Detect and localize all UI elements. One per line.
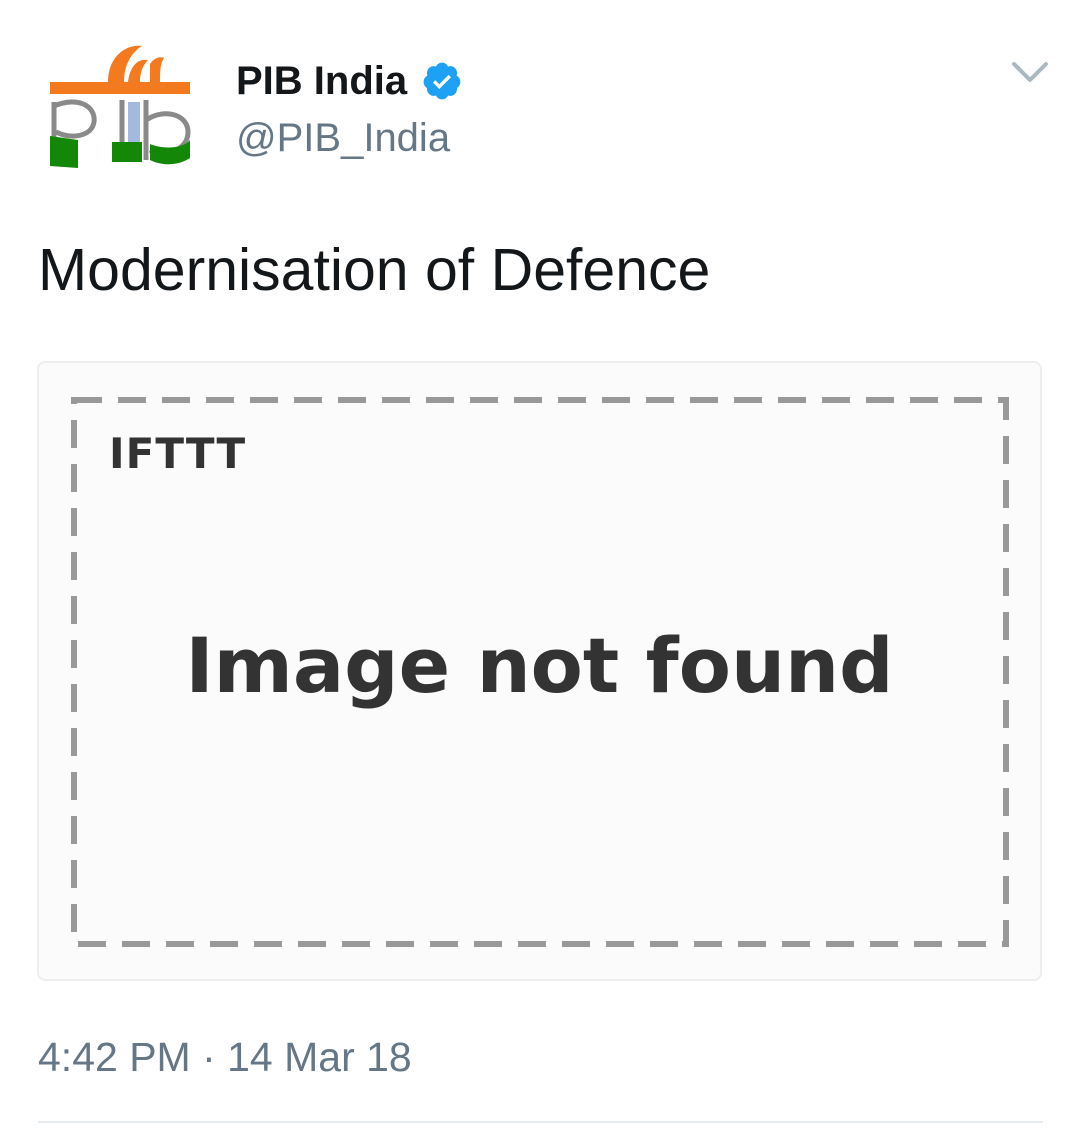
tweet-header: PIB India @PIB_India: [0, 0, 1078, 200]
tweet-text: Modernisation of Defence: [38, 237, 711, 303]
tweet-timestamp[interactable]: 4:42 PM · 14 Mar 18: [38, 1034, 412, 1081]
ifttt-logo: IFTTT: [109, 429, 247, 478]
author-handle[interactable]: @PIB_India: [236, 116, 450, 161]
author-name-row: PIB India: [236, 56, 463, 106]
image-not-found-message: Image not found: [185, 621, 894, 710]
verified-badge-icon: [423, 62, 461, 100]
avatar[interactable]: [38, 36, 200, 186]
pib-logo-icon: [50, 45, 191, 168]
chevron-down-icon[interactable]: [1010, 58, 1050, 88]
author-display-name[interactable]: PIB India: [236, 59, 407, 104]
divider: [38, 1121, 1043, 1123]
media-card[interactable]: IFTTT Image not found: [37, 361, 1042, 981]
